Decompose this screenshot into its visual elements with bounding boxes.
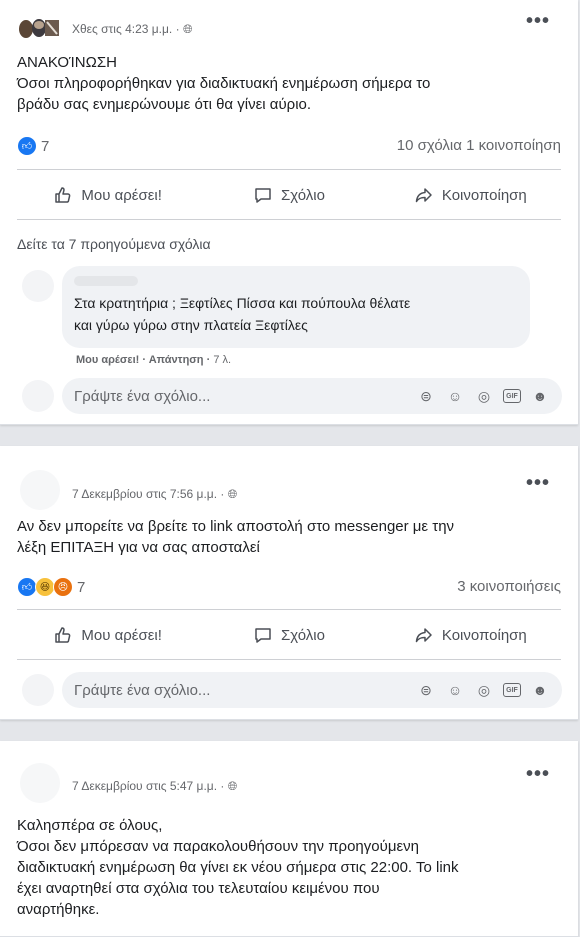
camera-icon[interactable]: ◎ bbox=[474, 680, 494, 700]
more-options-button[interactable]: ••• bbox=[526, 764, 550, 784]
globe-icon: 🌐︎ bbox=[182, 22, 193, 36]
post-text-line: αναρτήθηκε. bbox=[17, 901, 100, 918]
post-timestamp[interactable]: Χθες στις 4:23 μ.μ. · 🌐︎ bbox=[72, 22, 193, 37]
like-label: Μου αρέσει! bbox=[81, 626, 162, 644]
like-button[interactable]: Μου αρέσει! bbox=[17, 617, 198, 653]
post-text-line: Όσοι πληροφορήθηκαν για διαδικτυακή ενημ… bbox=[17, 75, 431, 92]
composer-icons: ⊜ ☺ ◎ GIF ☻ bbox=[416, 680, 550, 700]
globe-icon: 🌐︎ bbox=[227, 779, 238, 793]
like-reaction-icon: 👍︎ bbox=[17, 577, 37, 597]
reaction-count: 7 bbox=[41, 137, 50, 155]
camera-icon[interactable]: ◎ bbox=[474, 386, 494, 406]
like-button[interactable]: Μου αρέσει! bbox=[17, 177, 198, 213]
comment-input-placeholder[interactable]: Γράψτε ένα σχόλιο... bbox=[74, 682, 210, 699]
share-label: Κοινοποίηση bbox=[441, 626, 527, 644]
sticker-face-icon[interactable]: ☻ bbox=[530, 680, 550, 700]
comment-composer[interactable]: Γράψτε ένα σχόλιο... ⊜ ☺ ◎ GIF ☻ bbox=[62, 378, 562, 414]
emoji-icon[interactable]: ☺ bbox=[445, 680, 465, 700]
globe-icon: 🌐︎ bbox=[227, 487, 238, 501]
post-card: Χθες στις 4:23 μ.μ. · 🌐︎ ••• ΑΝΑΚΟΊΝΩΣΗ … bbox=[0, 0, 578, 425]
post-text: ΑΝΑΚΟΊΝΩΣΗ Όσοι πληροφορήθηκαν για διαδι… bbox=[17, 52, 562, 115]
more-options-button[interactable]: ••• bbox=[526, 473, 550, 493]
thumbs-up-icon bbox=[55, 627, 71, 643]
comment-time[interactable]: 7 λ. bbox=[213, 354, 231, 366]
reaction-summary[interactable]: 👍︎ 7 bbox=[17, 136, 49, 156]
comment-actions: Μου αρέσει! · Απάντηση · 7 λ. bbox=[76, 354, 232, 366]
post-timestamp[interactable]: 7 Δεκεμβρίου στις 5:47 μ.μ. · 🌐︎ bbox=[72, 779, 237, 794]
more-options-button[interactable]: ••• bbox=[526, 11, 550, 31]
like-reaction-icon: 👍︎ bbox=[17, 136, 37, 156]
angry-reaction-icon: 😠︎ bbox=[53, 577, 73, 597]
post-text-line: διαδικτυακή ενημέρωση θα γίνει εκ νέου σ… bbox=[17, 859, 459, 876]
commenter-avatar[interactable] bbox=[22, 270, 54, 302]
post-text-line: λέξη ΕΠΙΤΑΞΗ για να σας αποσταλεί bbox=[17, 539, 260, 556]
reaction-summary[interactable]: 👍︎ 😆︎ 😠︎ 7 bbox=[17, 577, 85, 597]
post-text-line: Αν δεν μπορείτε να βρείτε το link αποστο… bbox=[17, 518, 455, 535]
emoji-icon[interactable]: ☺ bbox=[445, 386, 465, 406]
current-user-avatar bbox=[22, 380, 54, 412]
comment-label: Σχόλιο bbox=[281, 186, 325, 204]
comment-button[interactable]: Σχόλιο bbox=[198, 177, 379, 213]
comment-icon bbox=[255, 188, 271, 203]
post-text-line: ΑΝΑΚΟΊΝΩΣΗ bbox=[17, 54, 117, 71]
comment-icon bbox=[255, 628, 271, 643]
share-button[interactable]: Κοινοποίηση bbox=[380, 177, 561, 213]
comment-reply-link[interactable]: Απάντηση bbox=[149, 354, 204, 366]
comment-label: Σχόλιο bbox=[281, 626, 325, 644]
share-counts[interactable]: 3 κοινοποιήσεις bbox=[457, 578, 561, 595]
divider bbox=[17, 609, 561, 610]
post-text: Αν δεν μπορείτε να βρείτε το link αποστο… bbox=[17, 516, 562, 558]
author-avatar[interactable] bbox=[20, 763, 60, 803]
comment-composer[interactable]: Γράψτε ένα σχόλιο... ⊜ ☺ ◎ GIF ☻ bbox=[62, 672, 562, 708]
share-icon bbox=[415, 628, 432, 643]
post-text-line: βράδυ σας ενημερώνουμε ότι θα γίνει αύρι… bbox=[17, 96, 312, 113]
timestamp-text[interactable]: Χθες στις 4:23 μ.μ. · bbox=[72, 22, 180, 36]
commenter-name[interactable] bbox=[74, 276, 138, 286]
author-avatar[interactable] bbox=[17, 16, 63, 40]
sticker-icon[interactable]: ⊜ bbox=[416, 386, 436, 406]
timestamp-text[interactable]: 7 Δεκεμβρίου στις 7:56 μ.μ. · bbox=[72, 487, 224, 501]
author-avatar[interactable] bbox=[20, 470, 60, 510]
post-actions: Μου αρέσει! Σχόλιο Κοινοποίηση bbox=[17, 617, 561, 653]
post-card: 7 Δεκεμβρίου στις 7:56 μ.μ. · 🌐︎ ••• Αν … bbox=[0, 446, 578, 720]
thumbs-up-icon bbox=[55, 187, 71, 203]
haha-reaction-icon: 😆︎ bbox=[35, 577, 55, 597]
comment-bubble: Στα κρατητήρια ; Ξεφτίλες Πίσσα και πούπ… bbox=[62, 266, 530, 348]
comment-like-link[interactable]: Μου αρέσει! bbox=[76, 354, 139, 366]
post-text-line: Όσοι δεν μπόρεσαν να παρακολουθήσουν την… bbox=[17, 838, 419, 855]
comment-text-line: Στα κρατητήρια ; Ξεφτίλες Πίσσα και πούπ… bbox=[74, 295, 411, 311]
sticker-icon[interactable]: ⊜ bbox=[416, 680, 436, 700]
share-button[interactable]: Κοινοποίηση bbox=[380, 617, 561, 653]
gif-icon[interactable]: GIF bbox=[503, 683, 521, 697]
reaction-count: 7 bbox=[77, 578, 86, 596]
view-previous-comments-link[interactable]: Δείτε τα 7 προηγούμενα σχόλια bbox=[17, 236, 211, 252]
divider bbox=[17, 219, 561, 220]
post-card: 7 Δεκεμβρίου στις 5:47 μ.μ. · 🌐︎ ••• Καλ… bbox=[0, 741, 578, 937]
like-label: Μου αρέσει! bbox=[81, 186, 162, 204]
comment-button[interactable]: Σχόλιο bbox=[198, 617, 379, 653]
post-text: Καλησπέρα σε όλους, Όσοι δεν μπόρεσαν να… bbox=[17, 815, 562, 920]
timestamp-text[interactable]: 7 Δεκεμβρίου στις 5:47 μ.μ. · bbox=[72, 779, 224, 793]
comment-text-line: και γύρω γύρω στην πλατεία Ξεφτίλες bbox=[74, 317, 308, 333]
share-label: Κοινοποίηση bbox=[441, 186, 527, 204]
comment-share-counts[interactable]: 10 σχόλια 1 κοινοποίηση bbox=[397, 137, 561, 154]
composer-icons: ⊜ ☺ ◎ GIF ☻ bbox=[416, 386, 550, 406]
sticker-face-icon[interactable]: ☻ bbox=[530, 386, 550, 406]
divider bbox=[17, 169, 561, 170]
divider bbox=[17, 659, 561, 660]
post-text-line: έχει αναρτηθεί στα σχόλια του τελευταίου… bbox=[17, 880, 380, 897]
share-icon bbox=[415, 188, 432, 203]
post-timestamp[interactable]: 7 Δεκεμβρίου στις 7:56 μ.μ. · 🌐︎ bbox=[72, 487, 237, 502]
post-actions: Μου αρέσει! Σχόλιο Κοινοποίηση bbox=[17, 177, 561, 213]
gif-icon[interactable]: GIF bbox=[503, 389, 521, 403]
current-user-avatar bbox=[22, 674, 54, 706]
post-text-line: Καλησπέρα σε όλους, bbox=[17, 817, 163, 834]
comment-input-placeholder[interactable]: Γράψτε ένα σχόλιο... bbox=[74, 388, 210, 405]
